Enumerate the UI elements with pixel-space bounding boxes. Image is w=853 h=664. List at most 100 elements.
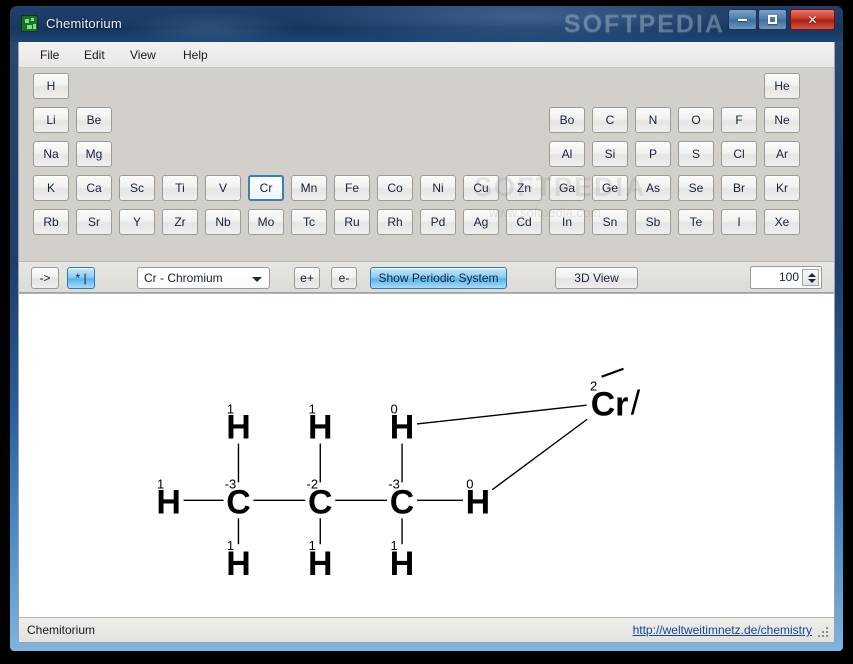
molecule-canvas[interactable]: H 1 C -3 C -2 C -3 H 0 H 1 H 1 H 0 H 1 H 1 H 1 Cr 2/ — [19, 293, 834, 618]
element-button-br[interactable]: Br — [721, 175, 757, 201]
element-button-n[interactable]: N — [635, 107, 671, 133]
status-text: Chemitorium — [27, 623, 96, 637]
element-button-te[interactable]: Te — [678, 209, 714, 235]
menu-file[interactable]: File — [33, 46, 66, 64]
oxidation-state-h-right: 0 — [466, 476, 473, 491]
oxidation-state-h-bot2: 1 — [309, 538, 316, 553]
maximize-button[interactable] — [758, 9, 787, 30]
element-select-value: Cr - Chromium — [144, 271, 223, 285]
element-button-sc[interactable]: Sc — [119, 175, 155, 201]
element-button-si[interactable]: Si — [592, 141, 628, 167]
oxidation-state-h-bot1: 1 — [227, 538, 234, 553]
element-button-ga[interactable]: Ga — [549, 175, 585, 201]
element-button-na[interactable]: Na — [33, 141, 69, 167]
element-button-ru[interactable]: Ru — [334, 209, 370, 235]
element-button-al[interactable]: Al — [549, 141, 585, 167]
element-button-kr[interactable]: Kr — [764, 175, 800, 201]
element-button-sn[interactable]: Sn — [592, 209, 628, 235]
element-button-c[interactable]: C — [592, 107, 628, 133]
element-button-ne[interactable]: Ne — [764, 107, 800, 133]
element-button-v[interactable]: V — [205, 175, 241, 201]
element-button-li[interactable]: Li — [33, 107, 69, 133]
element-button-zn[interactable]: Zn — [506, 175, 542, 201]
element-button-mo[interactable]: Mo — [248, 209, 284, 235]
element-button-fe[interactable]: Fe — [334, 175, 370, 201]
oxidation-state-h-top2: 1 — [309, 402, 316, 417]
bond-h-top3-cr[interactable] — [416, 404, 587, 425]
element-button-sb[interactable]: Sb — [635, 209, 671, 235]
atom-group: H1 C-3 C-2 C-3 H0H1 H1 H0H1 H1 H1Cr2 — [156, 379, 628, 583]
element-button-ge[interactable]: Ge — [592, 175, 628, 201]
element-button-se[interactable]: Se — [678, 175, 714, 201]
element-button-h[interactable]: H — [33, 73, 69, 99]
zoom-value: 100 — [778, 270, 799, 284]
element-button-o[interactable]: O — [678, 107, 714, 133]
star-tool-button[interactable]: * | — [67, 267, 95, 289]
stepper-up-icon[interactable] — [808, 273, 816, 277]
element-button-cu[interactable]: Cu — [463, 175, 499, 201]
element-button-bo[interactable]: Bo — [549, 107, 585, 133]
element-button-ar[interactable]: Ar — [764, 141, 800, 167]
show-periodic-system-button[interactable]: Show Periodic System — [370, 267, 507, 289]
oxidation-state-h-top1: 1 — [227, 402, 234, 417]
oxidation-state-cr: 2 — [590, 379, 597, 394]
main-toolbar: -> * | Cr - Chromium e+ e- Show Periodic… — [19, 261, 834, 293]
application-window: Chemitorium SOFTPEDIA ✕ File Edit View H… — [10, 6, 843, 651]
arrow-tool-button[interactable]: -> — [31, 267, 59, 289]
bond-h-right-cr[interactable] — [491, 418, 588, 491]
menu-edit[interactable]: Edit — [77, 46, 112, 64]
view-3d-button[interactable]: 3D View — [555, 267, 638, 289]
electron-remove-button[interactable]: e- — [331, 267, 357, 289]
title-bar[interactable]: Chemitorium SOFTPEDIA ✕ — [10, 6, 843, 42]
element-button-i[interactable]: I — [721, 209, 757, 235]
oxidation-state-c2: -2 — [307, 476, 319, 491]
oxidation-state-h-top3: 0 — [390, 402, 397, 417]
element-button-tc[interactable]: Tc — [291, 209, 327, 235]
stepper-down-icon[interactable] — [808, 279, 816, 283]
element-button-pd[interactable]: Pd — [420, 209, 456, 235]
element-button-mn[interactable]: Mn — [291, 175, 327, 201]
element-button-mg[interactable]: Mg — [76, 141, 112, 167]
menu-view[interactable]: View — [123, 46, 163, 64]
element-button-rb[interactable]: Rb — [33, 209, 69, 235]
element-button-y[interactable]: Y — [119, 209, 155, 235]
svg-text:/: / — [631, 385, 641, 423]
element-button-be[interactable]: Be — [76, 107, 112, 133]
oxidation-state-h-bot3: 1 — [390, 538, 397, 553]
element-button-rh[interactable]: Rh — [377, 209, 413, 235]
zoom-stepper[interactable]: 100 — [750, 266, 822, 289]
element-button-xe[interactable]: Xe — [764, 209, 800, 235]
element-button-cl[interactable]: Cl — [721, 141, 757, 167]
element-button-in[interactable]: In — [549, 209, 585, 235]
window-client-area: File Edit View Help H He Li Be Bo C N O F Ne Na Mg A… — [18, 42, 835, 643]
element-button-ti[interactable]: Ti — [162, 175, 198, 201]
electron-add-button[interactable]: e+ — [294, 267, 320, 289]
element-select[interactable]: Cr - Chromium — [137, 267, 270, 289]
app-flask-icon — [21, 15, 38, 32]
element-button-ni[interactable]: Ni — [420, 175, 456, 201]
status-bar: Chemitorium http://weltweitimnetz.de/che… — [19, 617, 834, 642]
maximize-icon — [768, 15, 777, 24]
element-button-p[interactable]: P — [635, 141, 671, 167]
resize-grip[interactable] — [817, 626, 830, 639]
element-button-f[interactable]: F — [721, 107, 757, 133]
homepage-link[interactable]: http://weltweitimnetz.de/chemistry — [633, 623, 812, 637]
element-button-sr[interactable]: Sr — [76, 209, 112, 235]
oxidation-state-c3: -3 — [388, 476, 400, 491]
element-button-he[interactable]: He — [764, 73, 800, 99]
stepper-buttons[interactable] — [802, 269, 819, 286]
element-button-co[interactable]: Co — [377, 175, 413, 201]
element-button-nb[interactable]: Nb — [205, 209, 241, 235]
element-button-cr[interactable]: Cr — [248, 175, 284, 201]
element-button-as[interactable]: As — [635, 175, 671, 201]
close-button[interactable]: ✕ — [790, 9, 835, 30]
minimize-button[interactable] — [728, 9, 757, 30]
menu-help[interactable]: Help — [176, 46, 215, 64]
element-button-cd[interactable]: Cd — [506, 209, 542, 235]
desktop-background: Chemitorium SOFTPEDIA ✕ File Edit View H… — [0, 0, 853, 664]
element-button-ag[interactable]: Ag — [463, 209, 499, 235]
element-button-zr[interactable]: Zr — [162, 209, 198, 235]
element-button-k[interactable]: K — [33, 175, 69, 201]
element-button-ca[interactable]: Ca — [76, 175, 112, 201]
element-button-s[interactable]: S — [678, 141, 714, 167]
